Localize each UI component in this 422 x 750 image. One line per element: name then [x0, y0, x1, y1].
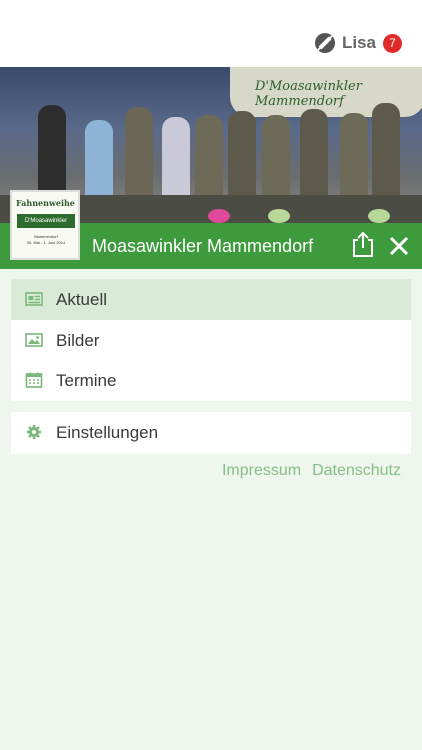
- footer-links: Impressum Datenschutz: [222, 462, 401, 480]
- close-button[interactable]: [386, 233, 412, 259]
- share-button[interactable]: [350, 230, 376, 258]
- photo-flowers: [368, 209, 390, 223]
- club-logo-ribbon: D'Moasawinkler: [17, 214, 75, 228]
- club-logo-dates: 30. Mai - 1. Juni 2014: [26, 240, 66, 245]
- close-icon: [389, 236, 409, 256]
- club-name: Moasawinkler Mammendorf: [92, 236, 314, 256]
- share-icon: [353, 231, 373, 257]
- menu-item-aktuell[interactable]: Aktuell: [11, 279, 411, 320]
- club-logo: Fahnenweihe D'Moasawinkler Mammendorf 30…: [10, 190, 80, 260]
- club-logo-top-text: Fahnenweihe: [16, 198, 75, 208]
- photo-flowers: [268, 209, 290, 223]
- user-account[interactable]: Lisa 7: [314, 33, 402, 53]
- app-logo-icon: [314, 33, 335, 53]
- datenschutz-link[interactable]: Datenschutz: [312, 462, 401, 480]
- newspaper-icon: [25, 292, 43, 306]
- gear-icon: [27, 425, 41, 439]
- image-icon: [25, 333, 43, 347]
- notification-badge[interactable]: 7: [383, 33, 402, 53]
- settings-panel: Einstellungen: [11, 412, 411, 454]
- club-logo-sub: Mammendorf: [34, 234, 58, 239]
- top-bar: Lisa 7: [0, 0, 422, 67]
- photo-flowers: [208, 209, 230, 223]
- menu-item-label: Bilder: [56, 330, 100, 350]
- menu-item-label: Einstellungen: [56, 422, 159, 442]
- menu-item-label: Termine: [56, 370, 117, 390]
- menu-item-termine[interactable]: Termine: [11, 360, 411, 401]
- menu-item-bilder[interactable]: Bilder: [11, 320, 411, 361]
- menu-item-label: Aktuell: [56, 289, 108, 309]
- menu-item-einstellungen[interactable]: Einstellungen: [11, 412, 411, 453]
- user-name[interactable]: Lisa: [342, 33, 376, 53]
- calendar-icon: [25, 372, 43, 388]
- impressum-link[interactable]: Impressum: [222, 462, 301, 480]
- club-logo-subtext: Mammendorf 30. Mai - 1. Juni 2014: [16, 234, 76, 246]
- main-menu: Aktuell Bilder Termine: [11, 279, 411, 401]
- hero-banner-text: D'Moasawinkler Mammendorf: [255, 79, 362, 109]
